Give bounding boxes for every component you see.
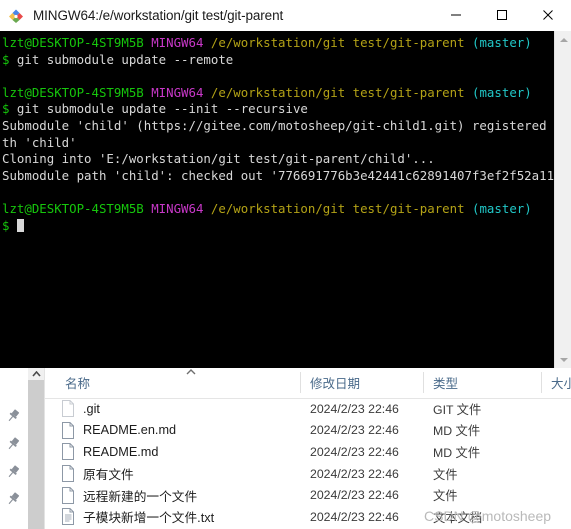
pin-icon[interactable] <box>5 464 21 480</box>
scroll-up-arrow-icon[interactable] <box>555 31 571 48</box>
file-explorer-pane: 名称 修改日期 类型 大小 .git 2024/2/23 22:46 GIT 文件 READ… <box>0 368 571 529</box>
terminal-scrollbar[interactable] <box>554 31 571 368</box>
terminal-pane[interactable]: lzt@DESKTOP-4ST9M5B MINGW64 /e/workstati… <box>0 31 571 368</box>
file-date-modified: 2024/2/23 22:46 <box>310 444 399 459</box>
file-name: README.en.md <box>83 423 177 438</box>
file-date-modified: 2024/2/23 22:46 <box>310 488 399 503</box>
terminal-line: lzt@DESKTOP-4ST9M5B MINGW64 /e/workstati… <box>2 35 532 50</box>
terminal-line: $ git submodule update --remote <box>2 51 234 67</box>
terminal-line: $ <box>2 218 550 235</box>
file-icon <box>61 443 75 461</box>
file-icon <box>61 421 75 439</box>
close-button[interactable] <box>525 0 571 30</box>
file-name: 子模块新增一个文件.txt <box>83 511 215 526</box>
column-separator[interactable] <box>541 372 542 393</box>
maximize-button[interactable] <box>479 0 525 30</box>
file-row[interactable]: 子模块新增一个文件.txt 2024/2/23 22:46 文本文档 <box>45 506 571 528</box>
file-type: GIT 文件 <box>433 402 482 417</box>
minimize-icon <box>451 14 461 16</box>
terminal-line: lzt@DESKTOP-4ST9M5B MINGW64 /e/workstati… <box>2 200 532 216</box>
window-title-bar: MINGW64:/e/workstation/git test/git-pare… <box>0 0 571 31</box>
file-type: 文本文档 <box>433 510 483 525</box>
column-separator[interactable] <box>423 372 424 393</box>
navigation-pane <box>0 368 28 529</box>
column-header-4[interactable]: 大小 <box>551 368 571 397</box>
file-row[interactable]: 原有文件 2024/2/23 22:46 文件 <box>45 463 571 485</box>
pin-icon[interactable] <box>5 491 21 507</box>
terminal-line: Submodule path 'child': checked out '776… <box>2 167 571 183</box>
text-file-icon <box>61 508 75 526</box>
window-title: MINGW64:/e/workstation/git test/git-pare… <box>33 8 284 23</box>
file-type: MD 文件 <box>433 445 481 460</box>
column-separator[interactable] <box>300 372 301 393</box>
file-row[interactable]: README.en.md 2024/2/23 22:46 MD 文件 <box>45 420 571 442</box>
close-icon <box>543 10 553 20</box>
file-name: README.md <box>83 444 159 459</box>
file-date-modified: 2024/2/23 22:46 <box>310 401 399 416</box>
file-icon-hidden <box>61 400 75 418</box>
file-date-modified: 2024/2/23 22:46 <box>310 509 399 524</box>
column-header-row: 名称 修改日期 类型 大小 <box>45 368 571 399</box>
terminal-line: Submodule 'child' (https://gitee.com/mot… <box>2 117 571 133</box>
maximize-icon <box>497 10 507 20</box>
pin-icon[interactable] <box>5 436 21 452</box>
pin-icon[interactable] <box>5 408 21 424</box>
file-list[interactable]: .git 2024/2/23 22:46 GIT 文件 README.en.md 202… <box>45 398 571 529</box>
file-name: .git <box>83 401 100 416</box>
navigation-scrollbar-thumb[interactable] <box>28 380 44 529</box>
minimize-button[interactable] <box>433 0 479 30</box>
file-icon <box>61 486 75 504</box>
navigation-scroll-up-arrow-icon[interactable] <box>28 368 44 380</box>
terminal-line: th 'child' <box>2 134 77 150</box>
file-name: 远程新建的一个文件 <box>83 489 198 504</box>
terminal-line: $ git submodule update --init --recursiv… <box>2 101 308 117</box>
file-icon <box>61 465 75 483</box>
column-header-2[interactable]: 修改日期 <box>310 368 430 397</box>
terminal-line: lzt@DESKTOP-4ST9M5B MINGW64 /e/workstati… <box>2 84 532 100</box>
terminal-output: lzt@DESKTOP-4ST9M5B MINGW64 /e/workstati… <box>2 35 571 235</box>
file-type: 文件 <box>433 467 458 482</box>
column-header-1[interactable]: 名称 <box>65 368 320 397</box>
file-type: MD 文件 <box>433 424 481 439</box>
file-row[interactable]: .git 2024/2/23 22:46 GIT 文件 <box>45 398 571 420</box>
scroll-down-arrow-icon[interactable] <box>555 351 571 368</box>
mingw-diamond-icon <box>8 8 24 24</box>
file-row[interactable]: README.md 2024/2/23 22:46 MD 文件 <box>45 441 571 463</box>
column-header-3[interactable]: 类型 <box>433 368 533 397</box>
terminal-line: Cloning into 'E:/workstation/git test/gi… <box>2 151 435 167</box>
file-date-modified: 2024/2/23 22:46 <box>310 423 399 438</box>
file-name: 原有文件 <box>83 468 134 483</box>
file-type: 文件 <box>433 489 458 504</box>
file-row[interactable]: 远程新建的一个文件 2024/2/23 22:46 文件 <box>45 484 571 506</box>
file-date-modified: 2024/2/23 22:46 <box>310 466 399 481</box>
